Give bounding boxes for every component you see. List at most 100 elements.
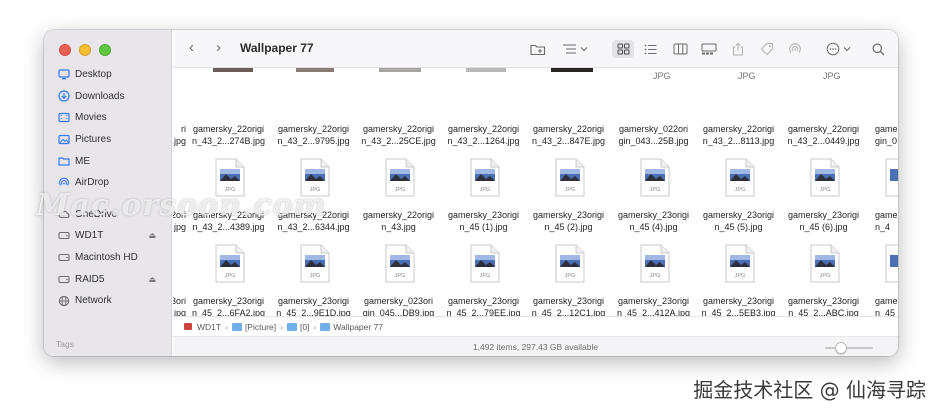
file-name: n_43_2...274B.jpg bbox=[191, 136, 266, 146]
file-name: gamersky_22origi bbox=[362, 124, 435, 134]
tag-icon[interactable] bbox=[758, 40, 776, 58]
file-name: gamersky_23origi bbox=[787, 296, 860, 306]
new-folder-icon[interactable] bbox=[528, 40, 548, 58]
file-name: n_45_2...9E1D.jpg bbox=[276, 308, 351, 316]
jpg-file-icon[interactable]: JPG bbox=[725, 244, 755, 283]
path-segment[interactable]: WD1T bbox=[183, 322, 221, 332]
status-text: 1,492 items, 297.43 GB available bbox=[472, 342, 599, 352]
file-name: gamersky_22origi bbox=[787, 124, 860, 134]
file-name: gamersky_22origi bbox=[702, 124, 775, 134]
jpg-file-icon[interactable]: JPG bbox=[810, 158, 840, 197]
jpg-file-icon[interactable]: JPG bbox=[215, 244, 245, 283]
path-segment[interactable]: Wallpaper 77 bbox=[320, 322, 383, 332]
file-name: n_45 bbox=[875, 308, 896, 316]
sidebar-item-macintosh-hd[interactable]: Macintosh HD bbox=[44, 247, 172, 269]
airdrop-share-icon[interactable] bbox=[786, 40, 804, 58]
sidebar-item-label: Desktop bbox=[75, 69, 112, 81]
icon-view-icon[interactable] bbox=[612, 40, 634, 58]
file-name: gamersky_22origi bbox=[532, 124, 605, 134]
file-item[interactable]: JPG gamersky_23origi n_45_2...412A.jpg bbox=[611, 68, 696, 316]
window-title: Wallpaper 77 bbox=[240, 41, 314, 55]
more-actions-icon[interactable] bbox=[825, 40, 855, 58]
path-segment-label: WD1T bbox=[197, 321, 222, 332]
folder-icon bbox=[58, 155, 70, 167]
jpg-file-icon[interactable]: JPG bbox=[385, 244, 415, 283]
file-name: gamersky_23origi bbox=[702, 210, 775, 220]
svg-text:JPG: JPG bbox=[565, 273, 576, 279]
jpg-file-icon[interactable]: JPG bbox=[470, 244, 500, 283]
folder-icon bbox=[231, 322, 242, 331]
path-segment[interactable]: [0] bbox=[286, 322, 309, 332]
file-name: game bbox=[875, 210, 898, 220]
network-icon bbox=[58, 295, 70, 307]
sidebar-item-downloads[interactable]: Downloads bbox=[44, 86, 172, 108]
jpg-file-icon[interactable]: JPG bbox=[555, 158, 585, 197]
svg-text:JPG: JPG bbox=[820, 273, 831, 279]
minimize-button[interactable] bbox=[79, 44, 91, 56]
file-name: n_45 (6).jpg bbox=[799, 222, 848, 232]
svg-text:JPG: JPG bbox=[225, 273, 236, 279]
file-name: n_45_2...79EE.jpg bbox=[446, 308, 521, 316]
icon-size-slider-knob[interactable] bbox=[835, 342, 847, 354]
gallery-view-icon[interactable] bbox=[699, 40, 719, 58]
sidebar-item-wd1t[interactable]: WD1T ⏏ bbox=[44, 225, 172, 247]
file-item[interactable]: JPG gamersky_23origi n_45_2...79EE.jpg bbox=[441, 68, 526, 316]
jpg-file-icon[interactable]: JPG bbox=[810, 244, 840, 283]
eject-icon[interactable]: ⏏ bbox=[148, 231, 156, 240]
file-item[interactable]: JPG gamersky_23origi n_45_2...6FA2.jpg bbox=[186, 68, 271, 316]
svg-text:JPG: JPG bbox=[735, 273, 746, 279]
path-segment[interactable]: [Picture] bbox=[231, 322, 276, 332]
jpg-file-icon[interactable]: JPG bbox=[640, 158, 670, 197]
file-name: gamersky_23origi bbox=[532, 210, 605, 220]
jpg-file-icon[interactable]: JPG bbox=[470, 158, 500, 197]
file-name: gamersky_23origi bbox=[447, 296, 520, 306]
jpg-file-icon[interactable] bbox=[885, 158, 898, 197]
pictures-icon bbox=[58, 134, 70, 146]
file-name: gamersky_022ori bbox=[618, 124, 689, 134]
sidebar-item-pictures[interactable]: Pictures bbox=[44, 129, 172, 151]
column-view-icon[interactable] bbox=[670, 40, 690, 58]
icon-size-slider[interactable] bbox=[825, 347, 873, 349]
share-icon[interactable] bbox=[730, 40, 746, 58]
forward-icon[interactable]: › bbox=[216, 40, 221, 56]
jpg-file-icon[interactable]: JPG bbox=[640, 244, 670, 283]
file-item[interactable]: JPG gamersky_23origi n_45_2...12C1.jpg bbox=[526, 68, 611, 316]
jpg-file-icon[interactable]: JPG bbox=[300, 244, 330, 283]
file-name: n_43_2...1264.jpg bbox=[447, 136, 520, 146]
thumb-type-label: JPG bbox=[823, 71, 841, 81]
jpg-file-icon[interactable]: JPG bbox=[725, 158, 755, 197]
file-item[interactable]: JPG gamersky_023ori gin_045...DB9.jpg bbox=[356, 68, 441, 316]
sidebar-item-network[interactable]: Network bbox=[44, 290, 172, 312]
eject-icon[interactable]: ⏏ bbox=[148, 275, 156, 284]
desktop-icon bbox=[58, 69, 70, 81]
file-name: game bbox=[875, 124, 898, 134]
sidebar-item-me[interactable]: ME bbox=[44, 150, 172, 172]
svg-text:JPG: JPG bbox=[395, 187, 406, 193]
file-item[interactable]: JPG gamersky_23origi n_45_2...9E1D.jpg bbox=[271, 68, 356, 316]
file-name: n_45_2...12C1.jpg bbox=[531, 308, 606, 316]
jpg-file-icon[interactable]: JPG bbox=[555, 244, 585, 283]
file-name: gin_045...DB9.jpg bbox=[362, 308, 435, 316]
sidebar-item-raid5[interactable]: RAID5 ⏏ bbox=[44, 268, 172, 290]
file-name: n_43_2...847E.jpg bbox=[531, 136, 606, 146]
file-name: n_45 (1).jpg bbox=[459, 222, 508, 232]
sidebar-item-label: ME bbox=[75, 155, 90, 167]
path-segment-label: Wallpaper 77 bbox=[333, 321, 384, 332]
sidebar-item-desktop[interactable]: Desktop bbox=[44, 64, 172, 86]
file-name: n_45_2...ABC.jpg bbox=[788, 308, 859, 316]
file-item[interactable]: JPG gamersky_23origi n_45_2...ABC.jpg bbox=[781, 68, 866, 316]
file-name: gamersky_23origi bbox=[617, 296, 690, 306]
search-icon[interactable] bbox=[869, 40, 887, 58]
svg-text:JPG: JPG bbox=[395, 273, 406, 279]
back-icon[interactable]: ‹ bbox=[189, 40, 194, 56]
svg-text:JPG: JPG bbox=[310, 273, 321, 279]
file-name: n_43_2...0449.jpg bbox=[787, 136, 860, 146]
zoom-button[interactable] bbox=[99, 44, 111, 56]
jpg-file-icon[interactable] bbox=[885, 244, 898, 283]
group-by-icon[interactable] bbox=[561, 40, 591, 58]
file-item[interactable]: JPG gamersky_23origi n_45_2...5EB3.jpg bbox=[696, 68, 781, 316]
jpg-file-icon[interactable]: JPG bbox=[385, 158, 415, 197]
sidebar-item-movies[interactable]: Movies bbox=[44, 107, 172, 129]
list-view-icon[interactable] bbox=[640, 40, 660, 58]
close-button[interactable] bbox=[59, 44, 71, 56]
